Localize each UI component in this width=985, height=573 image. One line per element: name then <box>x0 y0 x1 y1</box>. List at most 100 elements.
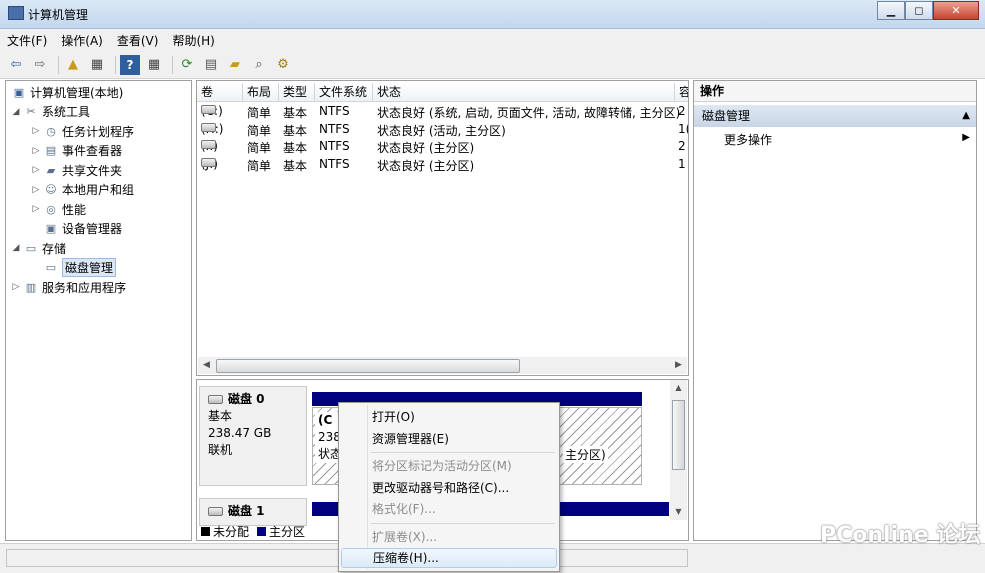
scrollbar-thumb[interactable] <box>672 400 685 470</box>
collapsed-arrow-icon[interactable]: ▷ <box>30 126 42 136</box>
drive-icon <box>208 395 223 404</box>
tree-item-root[interactable]: ▣ 计算机管理(本地) <box>10 83 124 102</box>
tree-item-label: 事件查看器 <box>62 144 123 158</box>
actions-section-label: 磁盘管理 <box>702 109 751 123</box>
disk-type: 基本 <box>208 409 233 423</box>
column-header-type[interactable]: 类型 <box>279 83 315 102</box>
disk-1-label[interactable]: 磁盘 1 <box>199 498 307 526</box>
cell-volume: (J:) <box>201 157 218 171</box>
tree-item[interactable]: ◢ ✂ 系统工具 <box>10 102 90 121</box>
expanded-arrow-icon[interactable]: ◢ <box>10 243 22 253</box>
vertical-scrollbar[interactable]: ▲ ▼ <box>670 380 687 520</box>
minimize-button[interactable]: ▁ <box>877 1 905 20</box>
collapse-icon[interactable]: ▲ <box>962 105 970 127</box>
volume-list: 卷 布局 类型 文件系统 状态 容 (C:)简单基本NTFS状态良好 (系统, … <box>196 80 689 376</box>
back-arrow-icon[interactable]: ⇦ <box>6 55 26 75</box>
scroll-down-icon[interactable]: ▼ <box>670 504 687 520</box>
column-header-layout[interactable]: 布局 <box>243 83 279 102</box>
device-icon: ▣ <box>45 222 57 235</box>
menu-view[interactable]: 查看(V) <box>110 32 166 49</box>
scroll-up-icon[interactable]: ▲ <box>670 380 687 396</box>
toolbar-separator <box>58 55 59 74</box>
menu-file[interactable]: 文件(F) <box>0 32 54 49</box>
legend: 未分配 主分区 <box>201 523 305 540</box>
actions-section-disk-management[interactable]: 磁盘管理 ▲ <box>694 105 976 127</box>
shared-folder-icon: ▰ <box>46 163 56 177</box>
drive-icon <box>208 507 223 516</box>
menu-help[interactable]: 帮助(H) <box>165 32 221 49</box>
context-menu: 打开(O) 资源管理器(E) 将分区标记为活动分区(M) 更改驱动器号和路径(C)..… <box>338 402 560 572</box>
close-button[interactable]: ✕ <box>933 1 979 20</box>
cell-capacity: 1( <box>678 121 688 136</box>
search-icon[interactable]: ⌕ <box>249 55 269 75</box>
horizontal-scrollbar[interactable]: ◀ ▶ <box>198 357 687 374</box>
collapsed-arrow-icon[interactable]: ▷ <box>10 282 22 292</box>
context-menu-item[interactable]: 压缩卷(H)... <box>341 548 557 568</box>
tree-item[interactable]: ▷ ◎ 性能 <box>30 200 86 219</box>
column-header-status[interactable]: 状态 <box>373 83 675 102</box>
cell-status: 状态良好 (主分区) <box>377 141 475 155</box>
collapsed-arrow-icon[interactable]: ▷ <box>30 165 42 175</box>
properties-icon[interactable]: ▤ <box>201 55 221 75</box>
table-row[interactable]: (H:) 简单基本 NTFS 状态良好 (活动, 主分区) 1( <box>197 121 688 138</box>
disk-0-label[interactable]: 磁盘 0 基本 238.47 GB 联机 <box>199 386 307 486</box>
legend-unallocated: 未分配 <box>213 525 250 539</box>
pconline-watermark: PConline 论坛 <box>820 523 981 548</box>
column-header-filesystem[interactable]: 文件系统 <box>315 83 373 102</box>
column-header-capacity[interactable]: 容 <box>675 83 688 102</box>
tree-item[interactable]: ▷ ☺ 本地用户和组 <box>30 180 134 199</box>
more-actions-item[interactable]: 更多操作 <box>724 131 772 149</box>
maximize-button[interactable]: ◻ <box>905 1 933 20</box>
collapsed-arrow-icon[interactable]: ▷ <box>30 185 42 195</box>
submenu-arrow-icon: ▶ <box>962 132 970 143</box>
table-row[interactable]: (I:) 简单基本 NTFS 状态良好 (主分区) 2 <box>197 138 688 155</box>
up-folder-icon[interactable]: ▲ <box>63 55 83 75</box>
scrollbar-thumb[interactable] <box>216 359 520 373</box>
drive-icon <box>201 122 216 132</box>
scroll-left-icon[interactable]: ◀ <box>198 357 215 374</box>
cell-type: 基本 <box>283 158 308 173</box>
context-menu-item[interactable]: 资源管理器(E) <box>341 429 557 449</box>
tree-item-label: 性能 <box>62 202 87 217</box>
expanded-arrow-icon[interactable]: ◢ <box>10 107 22 117</box>
tree-item[interactable]: ▷ ▰ 共享文件夹 <box>30 161 122 180</box>
window-title: 计算机管理 <box>28 8 89 22</box>
open-folder-icon[interactable]: ▰ <box>225 55 245 75</box>
cell-volume: (I:) <box>201 139 218 153</box>
settings-icon[interactable]: ⚙ <box>273 55 293 75</box>
context-menu-item: 格式化(F)... <box>372 502 436 516</box>
collapsed-arrow-icon[interactable]: ▷ <box>30 146 42 156</box>
tree-item[interactable]: ◢ ▭ 存储 <box>10 239 66 258</box>
disk-icon: ▭ <box>45 261 57 274</box>
context-menu-item[interactable]: 更改驱动器号和路径(C)... <box>341 478 557 498</box>
forward-arrow-icon[interactable]: ⇨ <box>30 55 50 75</box>
menu-action[interactable]: 操作(A) <box>54 32 110 49</box>
tree-item[interactable]: ▷ ▥ 服务和应用程序 <box>10 278 126 297</box>
column-header-volume[interactable]: 卷 <box>197 83 243 102</box>
show-tree-icon[interactable]: ▦ <box>87 55 107 75</box>
storage-icon: ▭ <box>25 241 37 255</box>
cell-type: 基本 <box>283 106 308 120</box>
clock-icon: ◷ <box>46 124 56 138</box>
tree-item[interactable]: ▷ ▤ 事件查看器 <box>30 141 122 160</box>
scroll-right-icon[interactable]: ▶ <box>670 357 687 374</box>
cell-status: 状态良好 (系统, 启动, 页面文件, 活动, 故障转储, 主分区) <box>377 106 681 120</box>
menu-separator <box>370 522 555 524</box>
tree-item[interactable]: ▣ 设备管理器 <box>30 219 122 238</box>
cell-filesystem: NTFS <box>319 121 350 136</box>
menu-bar: 文件(F) 操作(A) 查看(V) 帮助(H) <box>0 29 985 51</box>
tree-item[interactable]: ▭ 磁盘管理 <box>30 258 117 277</box>
tree-item-label: 本地用户和组 <box>62 183 135 197</box>
tree-item-label: 任务计划程序 <box>62 124 135 139</box>
collapsed-arrow-icon[interactable]: ▷ <box>30 204 42 214</box>
context-menu-item[interactable]: 打开(O) <box>341 407 557 427</box>
show-action-pane-icon[interactable]: ▦ <box>144 55 164 75</box>
refresh-icon[interactable]: ⟳ <box>177 55 197 75</box>
table-row[interactable]: (J:) 简单基本 NTFS 状态良好 (主分区) 1 <box>197 156 688 173</box>
title-bar: 计算机管理 ▁ ◻ ✕ <box>0 0 985 29</box>
tree-item[interactable]: ▷ ◷ 任务计划程序 <box>30 122 134 141</box>
users-icon: ☺ <box>45 183 57 196</box>
table-row[interactable]: (C:) 简单基本 NTFS 状态良好 (系统, 启动, 页面文件, 活动, 故障转储… <box>197 103 688 120</box>
cell-layout: 简单 <box>247 106 272 120</box>
help-icon[interactable]: ? <box>120 54 140 75</box>
